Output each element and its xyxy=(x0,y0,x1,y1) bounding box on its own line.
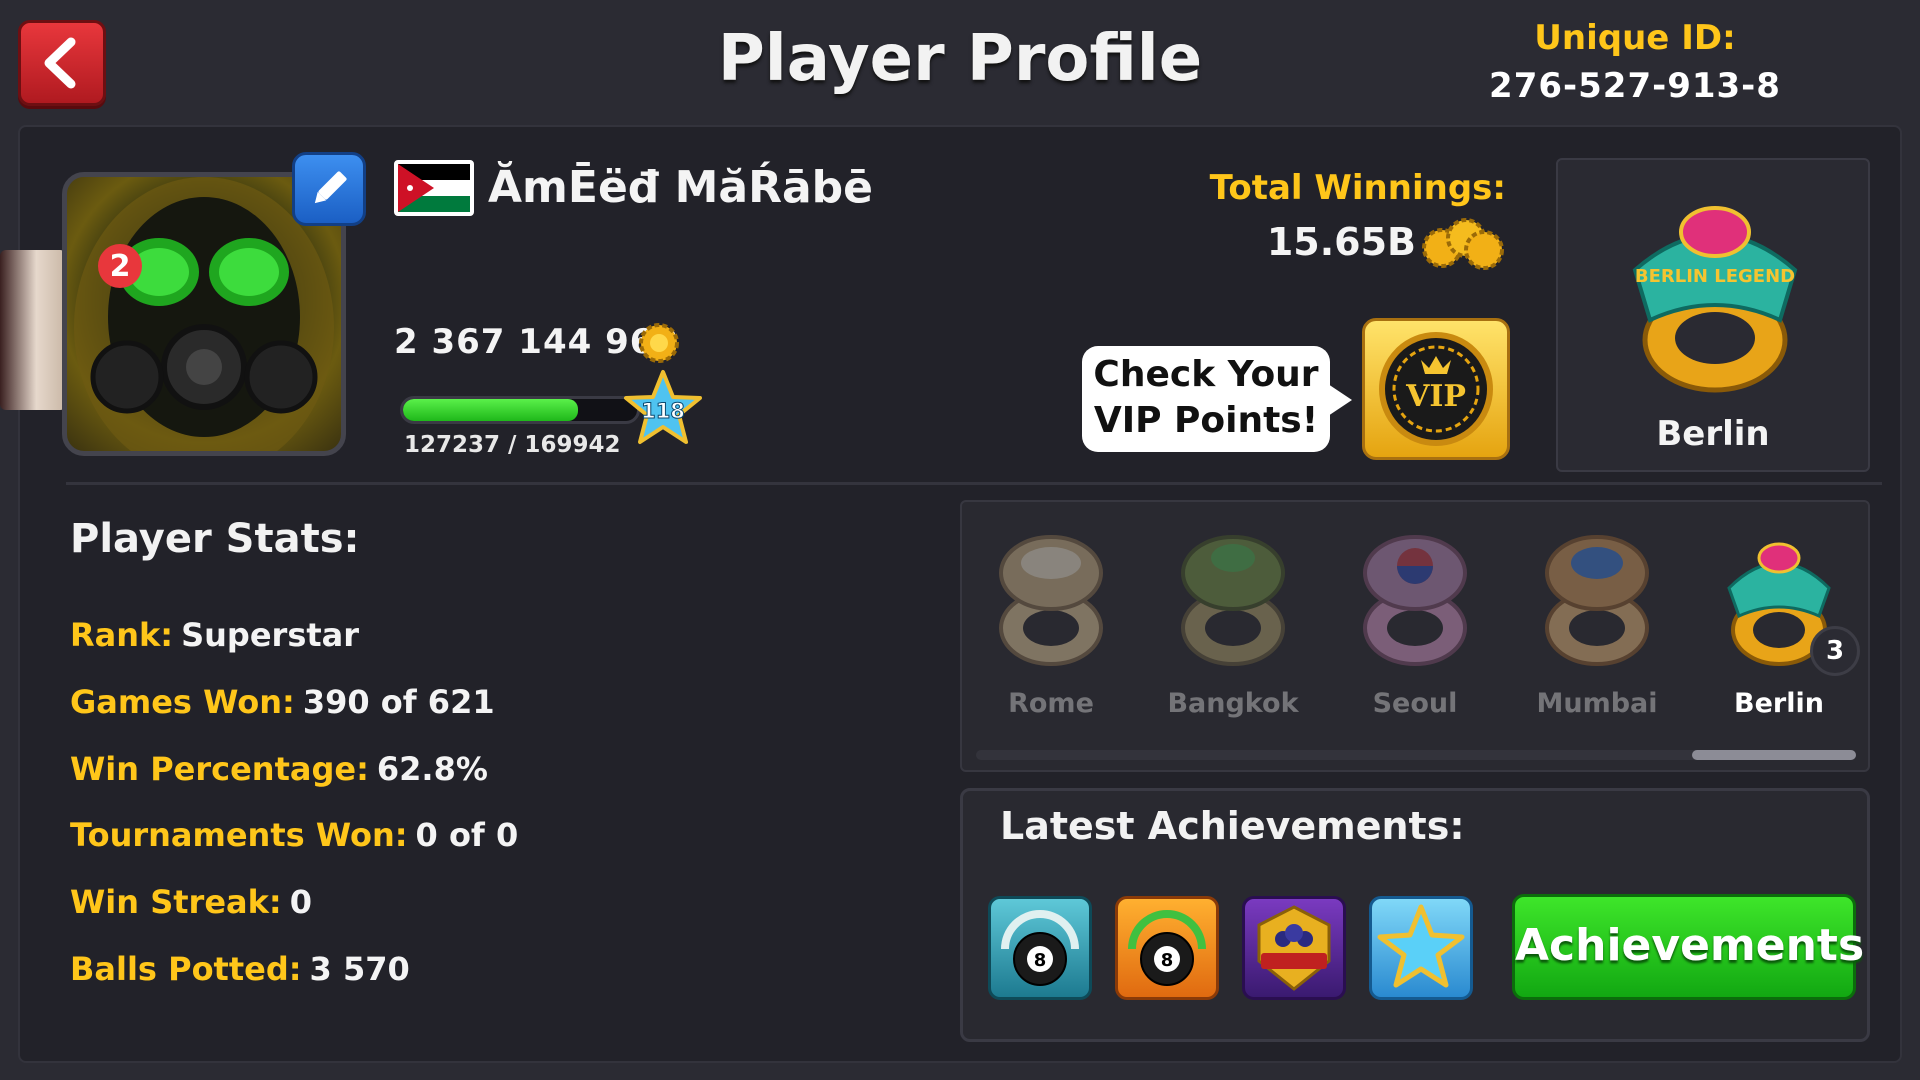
country-flag xyxy=(394,160,474,216)
vip-bubble-line2: VIP Points! xyxy=(1093,400,1319,441)
stat-label: Balls Potted: xyxy=(70,950,302,988)
blue-star-icon[interactable] xyxy=(1369,896,1473,1000)
stat-tournaments-won: Tournaments Won: 0 of 0 xyxy=(70,816,518,854)
ring-name: Mumbai xyxy=(1536,688,1658,719)
vip-badge-icon: VIP xyxy=(1379,332,1493,446)
stat-label: Rank: xyxy=(70,616,174,654)
stat-value: 390 of 621 xyxy=(302,683,495,721)
stat-label: Win Streak: xyxy=(70,883,282,921)
ring-name: Seoul xyxy=(1372,688,1458,719)
level-value: 118 xyxy=(641,399,685,423)
player-name: ĂmĒëđ MăŔābē xyxy=(488,162,873,213)
achievements-button[interactable]: Achievements xyxy=(1512,894,1864,1000)
level-star-icon: 118 xyxy=(622,368,704,450)
vip-button[interactable]: VIP xyxy=(1362,318,1510,460)
ring-name: Bangkok xyxy=(1167,688,1299,719)
xp-progress-fill xyxy=(403,399,579,421)
coins-value: 2 367 144 960 xyxy=(394,322,680,362)
unique-id-label: Unique ID: xyxy=(1534,18,1736,58)
ring-mumbai[interactable]: Mumbai xyxy=(1512,528,1682,728)
stat-win-percentage: Win Percentage: 62.8% xyxy=(70,750,488,788)
8-ball-speed-teal-icon[interactable]: 8 xyxy=(988,896,1092,1000)
vip-points-bubble[interactable]: Check Your VIP Points! xyxy=(1082,346,1352,452)
ring-name: Rome xyxy=(1008,688,1094,719)
player-stats-title: Player Stats: xyxy=(70,516,360,562)
mumbai-ring-icon xyxy=(1545,535,1649,666)
vip-bubble-line1: Check Your xyxy=(1093,354,1319,395)
shield-icon xyxy=(1257,905,1331,991)
friend-avatar[interactable] xyxy=(0,250,66,410)
unique-id-value: 276-527-913-8 xyxy=(1489,66,1781,106)
stat-rank: Rank: Superstar xyxy=(70,616,359,654)
rings-scrollbar-thumb[interactable] xyxy=(1692,750,1856,760)
coin-icon xyxy=(638,322,680,364)
rome-ring-icon xyxy=(999,535,1103,666)
ring-rome[interactable]: Rome xyxy=(966,528,1136,728)
total-winnings-label: Total Winnings: xyxy=(1209,168,1506,208)
back-button[interactable] xyxy=(18,20,106,106)
vip-label: VIP xyxy=(1405,379,1466,414)
stat-games-won: Games Won: 390 of 621 xyxy=(70,683,495,721)
club-50-badge-icon[interactable] xyxy=(1242,896,1346,1000)
bangkok-ring-icon xyxy=(1181,535,1285,666)
ring-bangkok[interactable]: Bangkok xyxy=(1148,528,1318,728)
section-divider xyxy=(66,482,1882,485)
8-ball-icon: 8 xyxy=(1001,910,1079,986)
stat-label: Tournaments Won: xyxy=(70,816,408,854)
edit-profile-button[interactable] xyxy=(292,152,366,226)
stat-label: Win Percentage: xyxy=(70,750,369,788)
berlin-ring-icon: BERLIN LEGEND xyxy=(1632,206,1798,393)
latest-achievements-title: Latest Achievements: xyxy=(1000,804,1465,848)
8-ball-speed-orange-icon[interactable]: 8 xyxy=(1115,896,1219,1000)
stat-value: 62.8% xyxy=(376,750,488,788)
chevron-left-icon xyxy=(44,37,76,89)
stat-value: Superstar xyxy=(181,616,360,654)
xp-progress-bar xyxy=(400,396,640,424)
ring-seoul[interactable]: Seoul xyxy=(1330,528,1500,728)
stat-label: Games Won: xyxy=(70,683,295,721)
friend-notification-badge: 2 xyxy=(98,244,142,288)
featured-ring-text: BERLIN LEGEND xyxy=(1635,266,1795,287)
8-ball-icon: 8 xyxy=(1128,910,1206,986)
total-winnings-value: 15.65B xyxy=(1266,220,1416,264)
pencil-icon xyxy=(314,171,347,204)
svg-text:8: 8 xyxy=(1161,950,1174,971)
stat-value: 3 570 xyxy=(309,950,410,988)
ring-count-badge: 3 xyxy=(1810,626,1860,676)
coin-stack-icon xyxy=(1420,212,1504,274)
stat-win-streak: Win Streak: 0 xyxy=(70,883,312,921)
stat-value: 0 of 0 xyxy=(415,816,519,854)
star-icon xyxy=(1377,904,1465,988)
page-title: Player Profile xyxy=(717,22,1203,96)
stat-value: 0 xyxy=(289,883,312,921)
seoul-ring-icon xyxy=(1363,535,1467,666)
xp-text: 127237 / 169942 xyxy=(404,432,621,458)
ring-name: Berlin xyxy=(1734,688,1824,719)
jordan-flag-icon xyxy=(398,164,470,212)
svg-text:8: 8 xyxy=(1034,950,1047,971)
featured-ring-name: Berlin xyxy=(1656,414,1770,454)
stat-balls-potted: Balls Potted: 3 570 xyxy=(70,950,410,988)
